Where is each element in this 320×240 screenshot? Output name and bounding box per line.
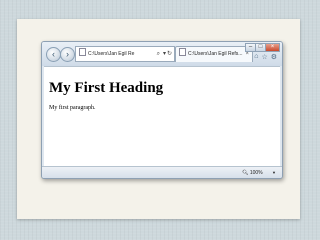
search-icon[interactable]: ⌕ [157, 47, 160, 61]
window-controls: – □ × [245, 43, 280, 52]
address-bar[interactable]: C:\Users\Jan Egil Re ⌕ ▾ ↻ [75, 46, 175, 62]
toolbar-icons: ⌂ ☆ ⚙ [254, 53, 277, 61]
forward-arrow-icon[interactable]: › [60, 47, 75, 62]
page-icon [79, 48, 86, 56]
browser-titlebar: ‹ › C:\Users\Jan Egil Re ⌕ ▾ ↻ C:\Users\… [42, 42, 282, 66]
back-arrow-icon[interactable]: ‹ [46, 47, 61, 62]
page-paragraph: My first paragraph. [49, 105, 96, 111]
home-icon[interactable]: ⌂ [254, 53, 258, 61]
zoom-level: 100% [249, 170, 263, 176]
magnifier-icon: 🔍︎ [242, 170, 249, 176]
zoom-control[interactable]: 🔍︎ 100% ▼ [242, 168, 276, 178]
gear-icon[interactable]: ⚙ [271, 53, 277, 61]
status-bar: 🔍︎ 100% ▼ [42, 166, 282, 178]
page-icon [179, 48, 186, 56]
page-content: My First Heading My first paragraph. [44, 66, 280, 167]
tab-active[interactable]: C:\Users\Jan Egil Refs... × [175, 46, 253, 62]
tab-title: C:\Users\Jan Egil Refs... [188, 51, 243, 57]
refresh-icon[interactable]: ↻ [167, 47, 172, 61]
star-icon[interactable]: ☆ [261, 53, 267, 61]
close-button[interactable]: × [265, 43, 280, 52]
address-text: C:\Users\Jan Egil Re [88, 51, 135, 57]
page-heading: My First Heading [49, 80, 164, 96]
chevron-down-icon[interactable]: ▾ [163, 47, 166, 61]
zoom-dropdown-icon[interactable]: ▼ [272, 170, 276, 175]
browser-window: ‹ › C:\Users\Jan Egil Re ⌕ ▾ ↻ C:\Users\… [41, 41, 283, 179]
